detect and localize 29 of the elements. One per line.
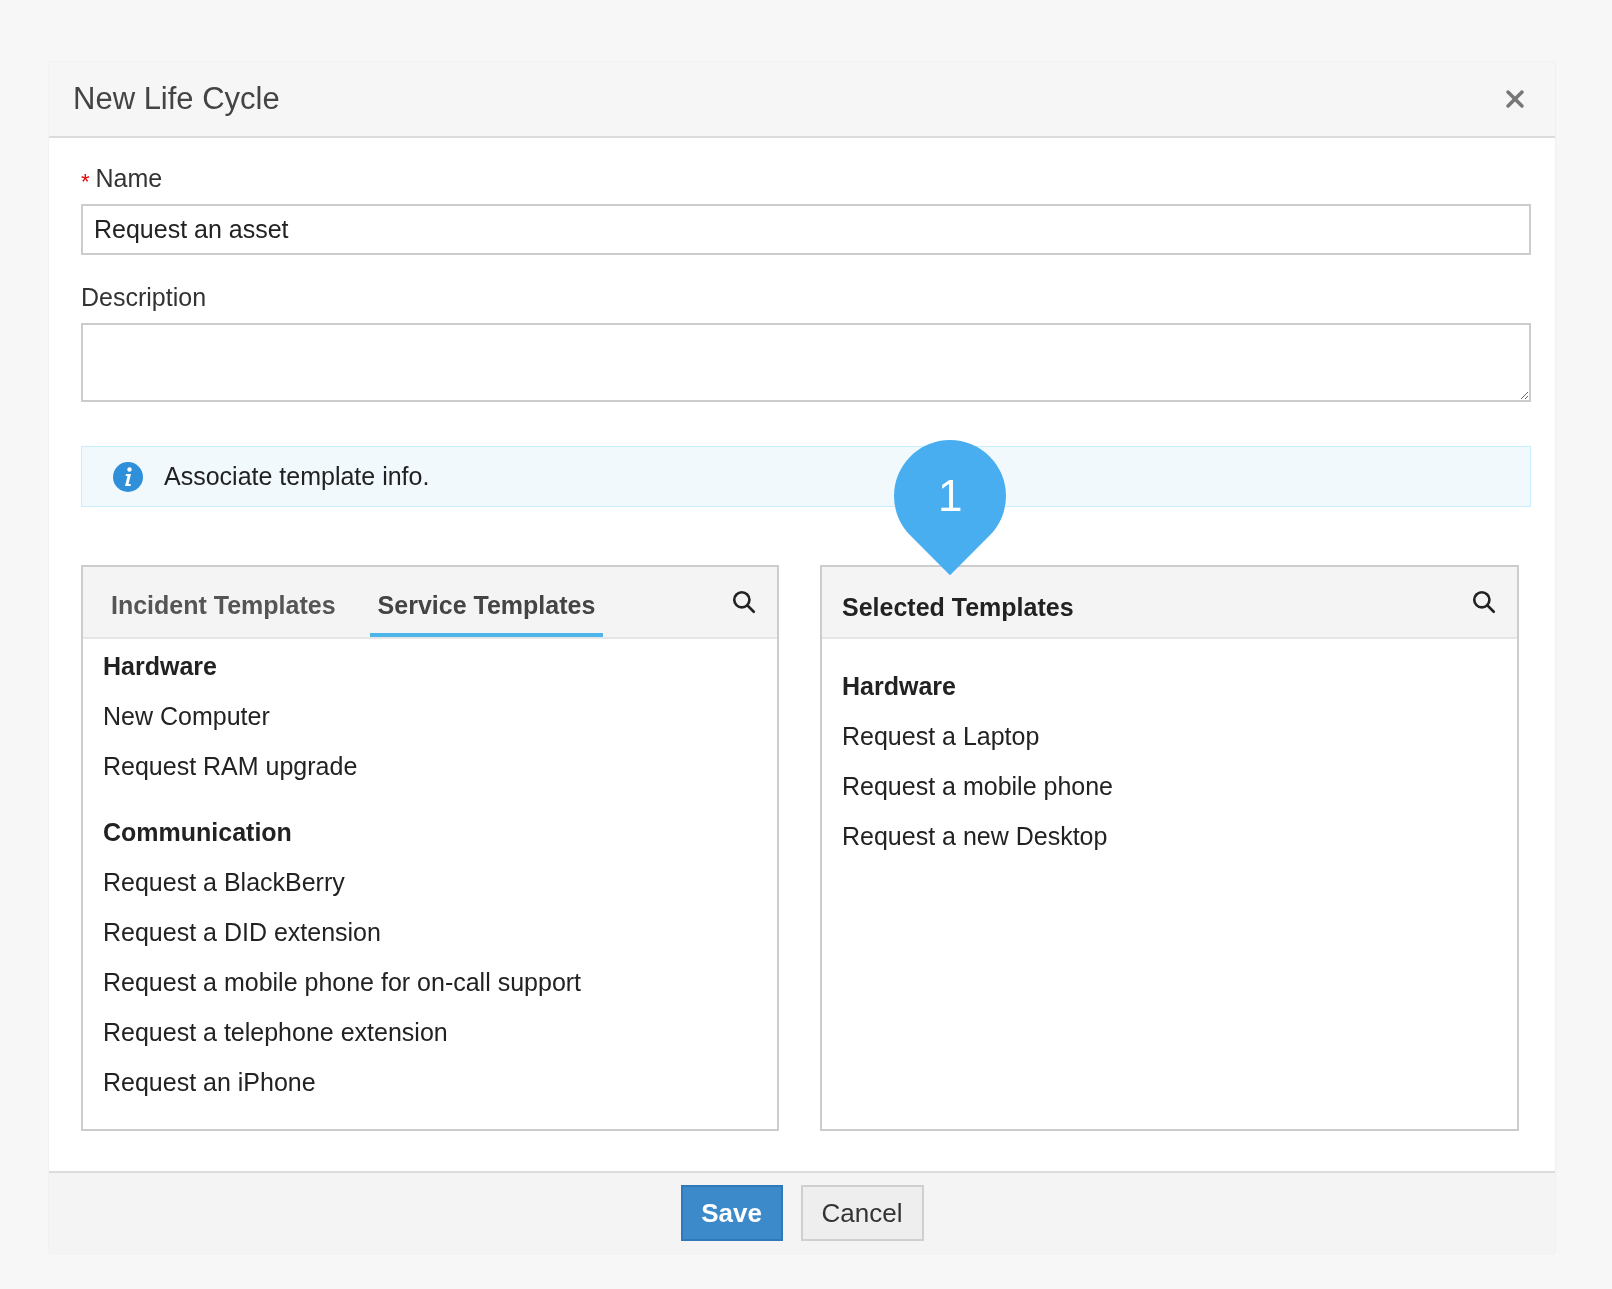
template-item[interactable]: Request a Laptop — [842, 719, 1040, 753]
required-mark: * — [81, 171, 90, 193]
search-icon[interactable] — [1471, 589, 1497, 615]
save-button[interactable]: Save — [680, 1185, 783, 1241]
template-item[interactable]: Request an iPhone — [103, 1065, 316, 1099]
close-icon[interactable] — [1505, 89, 1525, 109]
group-heading: Hardware — [103, 651, 218, 682]
template-item[interactable]: Request a telephone extension — [103, 1015, 448, 1049]
group-heading: Hardware — [842, 671, 957, 702]
template-item[interactable]: Request a mobile phone — [842, 769, 1114, 803]
name-field[interactable]: Request an asset — [81, 204, 1531, 255]
panel-title: Selected Templates — [842, 592, 1074, 624]
template-item[interactable]: Request a mobile phone for on-call support — [103, 965, 582, 999]
dialog-title: New Life Cycle — [73, 79, 280, 118]
template-item[interactable]: Request a DID extension — [103, 915, 381, 949]
tab[interactable]: Service Templates — [369, 579, 604, 637]
field-label: Description — [81, 282, 207, 313]
template-item[interactable]: Request a BlackBerry — [103, 865, 345, 899]
field-label: Name — [95, 163, 163, 195]
search-icon[interactable] — [731, 589, 757, 615]
tab[interactable]: Incident Templates — [103, 579, 344, 637]
template-item[interactable]: Request a new Desktop — [842, 819, 1108, 853]
group-heading: Communication — [103, 817, 293, 848]
template-item[interactable]: Request RAM upgrade — [103, 749, 358, 783]
info-icon — [112, 460, 144, 493]
info-text: Associate template info. — [164, 460, 430, 492]
template-item[interactable]: New Computer — [103, 699, 270, 733]
description-field[interactable] — [81, 323, 1531, 402]
cancel-button[interactable]: Cancel — [800, 1185, 924, 1241]
